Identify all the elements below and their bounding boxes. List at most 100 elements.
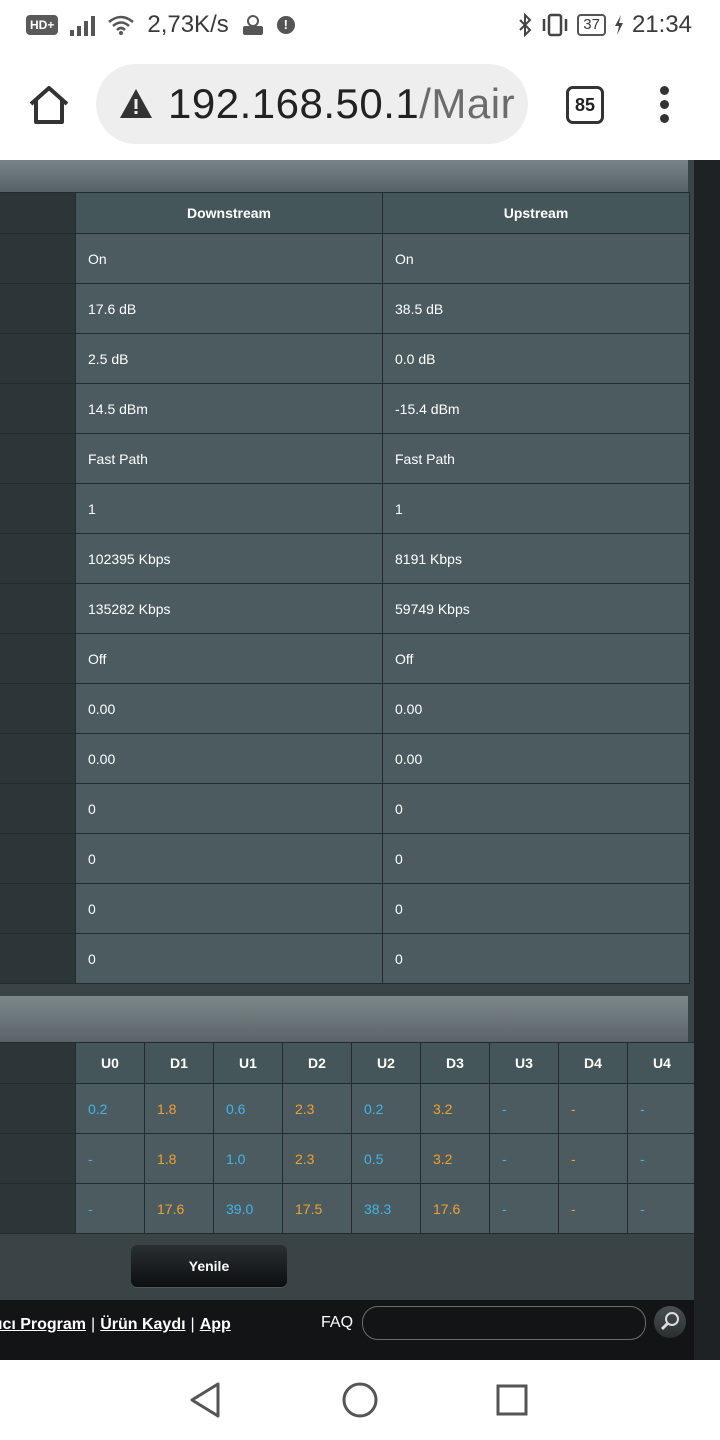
downstream-cell: Off (75, 633, 383, 684)
footer-link-program[interactable]: ıcı Program (0, 1316, 86, 1333)
network-speed: 2,73K/s (147, 11, 229, 38)
url-path: /Mair (419, 80, 516, 127)
downstream-cell: 0 (75, 783, 383, 834)
band-cell: 3.2 (420, 1133, 490, 1184)
address-bar[interactable]: 192.168.50.1/Mair (96, 64, 528, 144)
band-cell: 0.2 (75, 1083, 145, 1134)
row-label (0, 1183, 76, 1234)
upstream-cell: Fast Path (382, 433, 690, 484)
table-row: Fast Path Fast Path (0, 433, 690, 484)
downstream-cell: 102395 Kbps (75, 533, 383, 584)
band-cell: - (489, 1183, 559, 1234)
band-cell: - (75, 1133, 145, 1184)
downstream-cell: 0.00 (75, 733, 383, 784)
band-cell: 0.5 (351, 1133, 421, 1184)
row-label (0, 283, 76, 334)
downstream-cell: 14.5 dBm (75, 383, 383, 434)
upstream-cell: 38.5 dB (382, 283, 690, 334)
upstream-cell: 0 (382, 783, 690, 834)
upstream-cell: 0 (382, 933, 690, 984)
row-label (0, 233, 76, 284)
search-button[interactable] (654, 1306, 686, 1338)
page-edge (694, 160, 720, 1360)
upstream-cell: 0.00 (382, 683, 690, 734)
bluetooth-icon (519, 13, 532, 37)
home-nav-icon[interactable] (340, 1380, 380, 1420)
downstream-cell: 0 (75, 833, 383, 884)
upstream-cell: 0.00 (382, 733, 690, 784)
band-cell: - (627, 1183, 697, 1234)
band-cell: 1.8 (144, 1083, 214, 1134)
wifi-icon (108, 15, 135, 35)
footer-link-registration[interactable]: Ürün Kaydı (100, 1316, 185, 1333)
faq-label: FAQ (321, 1314, 354, 1331)
button-area (0, 1236, 694, 1300)
downstream-cell: 0.00 (75, 683, 383, 734)
table-row: 0.00 0.00 (0, 683, 690, 734)
hd-badge: HD+ (26, 15, 59, 35)
band-cell: 0.2 (351, 1083, 421, 1134)
band-cell: 2.3 (282, 1083, 352, 1134)
tab-switcher-button[interactable]: 85 (566, 86, 604, 124)
table-row: 00 (0, 933, 690, 984)
row-label-header (0, 192, 76, 234)
home-icon[interactable] (26, 82, 72, 128)
table-row: 0.2 1.8 0.6 2.3 0.2 3.2- - - (0, 1083, 697, 1134)
table-row: 00 (0, 833, 690, 884)
band-header: U1 (213, 1042, 283, 1084)
band-header: D3 (420, 1042, 490, 1084)
band-cell: 1.0 (213, 1133, 283, 1184)
recents-icon[interactable] (492, 1380, 532, 1420)
band-cell: 2.3 (282, 1133, 352, 1184)
faq-search-input[interactable] (362, 1306, 646, 1340)
header-upstream: Upstream (382, 192, 690, 234)
browser-toolbar: 192.168.50.1/Mair 85 (0, 50, 720, 160)
upstream-cell: 1 (382, 483, 690, 534)
table-row: 2.5 dB 0.0 dB (0, 333, 690, 384)
band-header: U3 (489, 1042, 559, 1084)
downstream-cell: 1 (75, 483, 383, 534)
row-label (0, 333, 76, 384)
band-cell: 0.6 (213, 1083, 283, 1134)
downstream-cell: 0 (75, 883, 383, 934)
upstream-cell: 0 (382, 883, 690, 934)
overflow-menu-icon[interactable] (654, 86, 674, 126)
upstream-cell: Off (382, 633, 690, 684)
table-row: 135282 Kbps 59749 Kbps (0, 583, 690, 634)
band-cell: - (558, 1083, 628, 1134)
vibrate-icon (543, 13, 568, 37)
row-label (0, 733, 76, 784)
row-label (0, 833, 76, 884)
band-header: D1 (144, 1042, 214, 1084)
battery-level: 37 (577, 14, 606, 36)
header-downstream: Downstream (75, 192, 383, 234)
row-label (0, 383, 76, 434)
band-cell: - (75, 1183, 145, 1234)
band-cell: - (489, 1133, 559, 1184)
band-cell: - (558, 1183, 628, 1234)
band-header: U0 (75, 1042, 145, 1084)
row-label (0, 683, 76, 734)
table-row: Off Off (0, 633, 690, 684)
upstream-cell: 0 (382, 833, 690, 884)
row-label (0, 633, 76, 684)
upstream-cell: -15.4 dBm (382, 383, 690, 434)
band-cell: - (558, 1133, 628, 1184)
upstream-cell: 8191 Kbps (382, 533, 690, 584)
footer-link-app[interactable]: App (200, 1316, 231, 1333)
refresh-button[interactable]: Yenile (131, 1245, 287, 1287)
upstream-cell: On (382, 233, 690, 284)
band-cell: 17.6 (420, 1183, 490, 1234)
warning-icon[interactable] (118, 86, 154, 122)
band-cell: 3.2 (420, 1083, 490, 1134)
table-row: 14.5 dBm -15.4 dBm (0, 383, 690, 434)
back-icon[interactable] (186, 1380, 226, 1420)
downstream-cell: 0 (75, 933, 383, 984)
router-page: Downstream Upstream On On 17.6 dB 38.5 dB 2.… (0, 160, 720, 1360)
panel-header (0, 160, 688, 192)
row-label (0, 483, 76, 534)
footer-bar: ıcı Program | Ürün Kaydı | App FAQ (0, 1300, 720, 1360)
row-label-header (0, 1042, 76, 1084)
table-row: 102395 Kbps 8191 Kbps (0, 533, 690, 584)
band-cell: - (627, 1133, 697, 1184)
